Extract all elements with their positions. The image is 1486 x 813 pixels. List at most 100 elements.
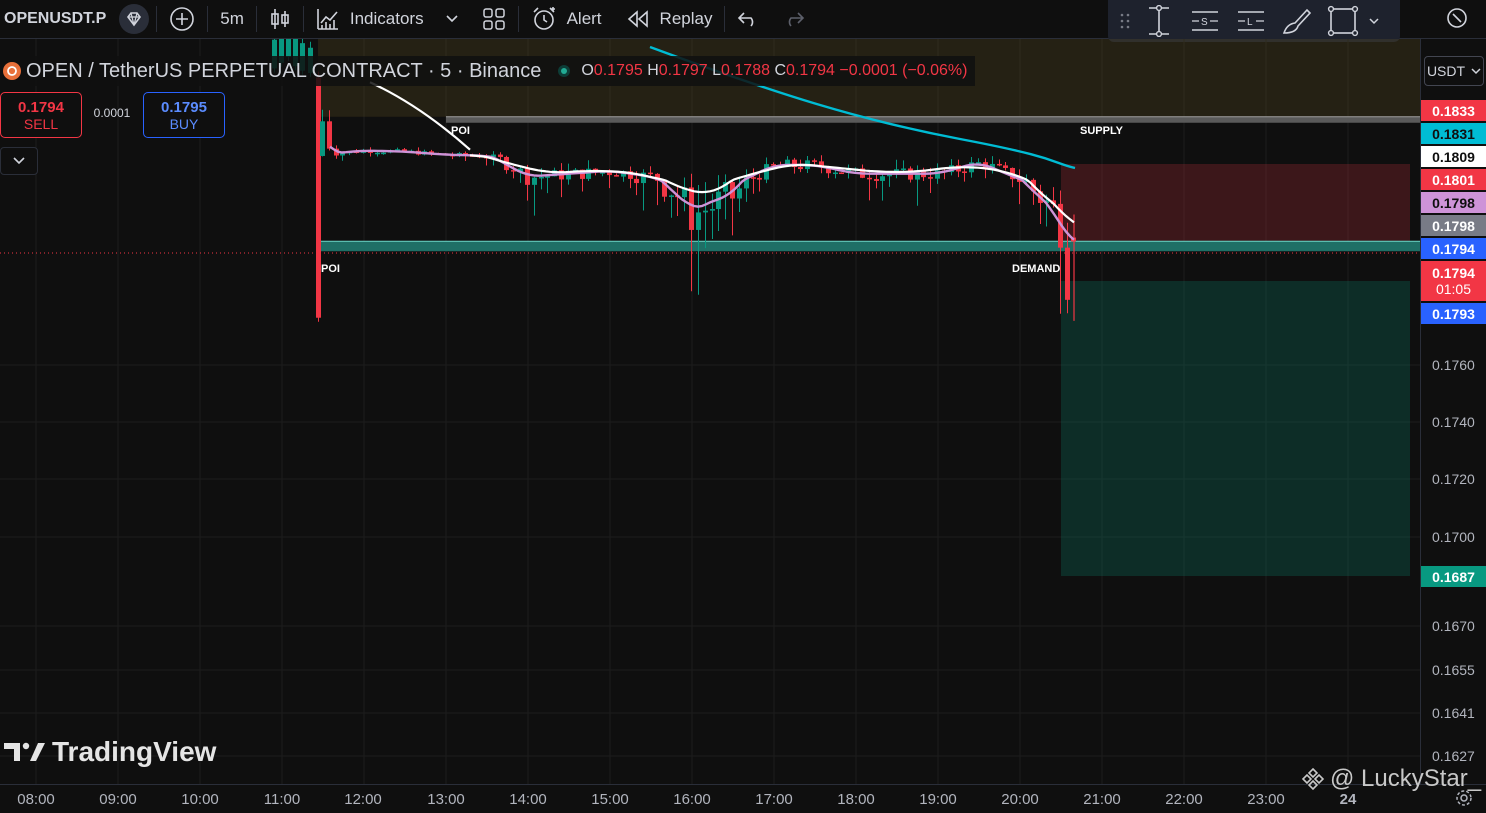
redo-button[interactable] — [771, 0, 817, 38]
replay-button[interactable]: Replay — [614, 0, 725, 38]
candle-body — [867, 177, 872, 180]
time-tick-label: 15:00 — [591, 791, 629, 808]
symbol-search-button[interactable]: OPENUSDT.P — [0, 0, 112, 38]
time-tick-label: 20:00 — [1001, 791, 1039, 808]
sell-button[interactable]: 0.1794 SELL — [0, 92, 82, 138]
undo-button[interactable] — [725, 0, 771, 38]
candle-body — [798, 167, 803, 170]
candle-body — [812, 160, 817, 162]
symbol-title[interactable]: OPEN / TetherUS PERPETUAL CONTRACT · 5 ·… — [26, 60, 541, 83]
candle-body — [525, 168, 530, 185]
author-watermark: @ LuckyStar_ — [1300, 765, 1481, 793]
interval-button[interactable]: 5m — [208, 0, 256, 38]
time-tick-label: 17:00 — [755, 791, 793, 808]
open-coin-icon — [2, 61, 22, 81]
demand-band — [316, 241, 1420, 252]
rectangle-tool[interactable] — [1320, 0, 1366, 42]
price-tick-label: 0.1720 — [1432, 471, 1475, 487]
open-key: O — [581, 62, 594, 79]
supply-band — [446, 116, 1420, 123]
chart-type-button[interactable] — [257, 0, 303, 38]
chart-legend: OPEN / TetherUS PERPETUAL CONTRACT · 5 ·… — [0, 56, 976, 86]
collapse-legend-button[interactable] — [0, 147, 38, 175]
drag-handle[interactable] — [1114, 0, 1136, 42]
time-tick-label: 09:00 — [99, 791, 137, 808]
alert-button[interactable]: Alert — [519, 0, 614, 38]
indicators-button[interactable]: Indicators — [304, 0, 470, 38]
alarm-clock-icon — [531, 6, 557, 32]
alert-label: Alert — [566, 9, 602, 28]
candle-body — [634, 178, 639, 184]
time-tick-label: 24 — [1339, 791, 1357, 808]
candle-body — [710, 209, 715, 211]
close-value: 0.1794 — [786, 62, 835, 79]
poi-bottom-label: POI — [321, 263, 340, 275]
drag-dots-icon — [1120, 12, 1130, 30]
sell-label: SELL — [23, 115, 59, 132]
compare-button[interactable] — [112, 0, 156, 38]
brush-icon — [1281, 6, 1313, 36]
candlestick-chart[interactable] — [0, 39, 1420, 784]
undo-icon — [737, 10, 759, 28]
svg-text:L: L — [1247, 17, 1253, 28]
time-tick-label: 21:00 — [1083, 791, 1121, 808]
brush-tool[interactable] — [1274, 0, 1320, 42]
symbol-label: OPENUSDT.P — [4, 10, 107, 27]
l-level-icon: L — [1236, 6, 1266, 36]
tv-logo-icon — [4, 741, 46, 763]
price-tag: 0.1687 — [1421, 566, 1486, 587]
close-key: C — [774, 62, 786, 79]
diamond-icon — [118, 3, 150, 35]
candle-body — [874, 179, 879, 181]
candle-body — [648, 172, 653, 175]
candles-icon — [269, 7, 291, 31]
price-tick-label: 0.1641 — [1432, 705, 1475, 721]
buy-label: BUY — [169, 115, 199, 132]
sell-price: 0.1794 — [18, 98, 64, 116]
candle-body — [545, 176, 550, 178]
time-tick-label: 08:00 — [17, 791, 55, 808]
s-level-icon: S — [1190, 6, 1220, 36]
rectangle-dropdown[interactable] — [1366, 0, 1382, 42]
time-tick-label: 10:00 — [181, 791, 219, 808]
candle-body — [320, 121, 325, 156]
currency-selector[interactable]: USDT — [1424, 56, 1484, 86]
price-tick-label: 0.1740 — [1432, 414, 1475, 430]
currency-label: USDT — [1426, 63, 1466, 79]
candle-body — [696, 212, 701, 230]
grid-icon — [482, 7, 506, 31]
chevron-down-icon — [13, 157, 25, 165]
candle-body — [539, 176, 544, 179]
time-axis[interactable]: 08:00 09:00 10:00 11:00 12:00 13:00 14:00 15:00… — [0, 784, 1486, 809]
time-tick-label: 22:00 — [1165, 791, 1203, 808]
time-tick-label: 19:00 — [919, 791, 957, 808]
long-position-tool[interactable] — [1136, 0, 1182, 42]
time-tick-label: 16:00 — [673, 791, 711, 808]
supply-level-tool[interactable]: S — [1182, 0, 1228, 42]
high-key: H — [647, 62, 659, 79]
time-tick-label: 11:00 — [263, 791, 301, 808]
price-tag: 0.1798 — [1421, 215, 1486, 236]
chevron-down-icon — [1471, 67, 1481, 75]
low-key: L — [712, 62, 722, 79]
layout-button[interactable] — [470, 0, 518, 38]
candle-body — [689, 187, 694, 230]
buy-price: 0.1795 — [161, 98, 207, 116]
market-status-icon — [557, 64, 571, 78]
add-symbol-button[interactable] — [157, 0, 207, 38]
fullscreen-settings-button[interactable] — [1432, 0, 1482, 38]
demand-level-tool[interactable]: L — [1228, 0, 1274, 42]
interval-label: 5m — [220, 9, 244, 28]
time-tick-label: 12:00 — [344, 791, 382, 808]
candle-body — [928, 177, 933, 179]
binance-icon — [1300, 766, 1326, 792]
last-price-value: 0.1794 — [1432, 265, 1475, 281]
tradingview-logo[interactable]: TradingView — [4, 736, 216, 768]
bar-countdown: 01:05 — [1435, 281, 1472, 297]
indicators-icon — [316, 7, 340, 31]
candle-body — [532, 177, 537, 185]
price-tag: 0.1793 — [1421, 303, 1486, 324]
take-profit-zone — [1061, 281, 1410, 576]
candle-body — [880, 176, 885, 181]
buy-button[interactable]: 0.1795 BUY — [143, 92, 225, 138]
